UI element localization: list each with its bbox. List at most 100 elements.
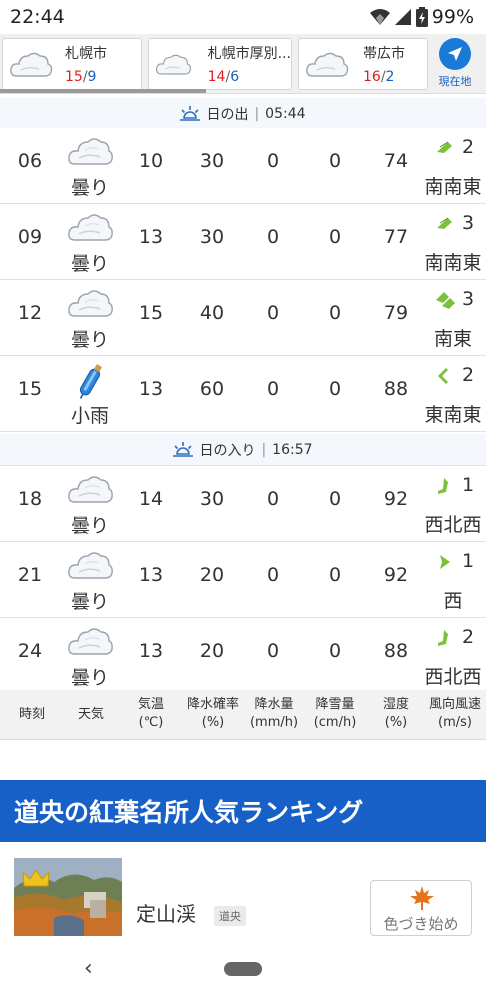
wind-direction: 南東 [433,328,472,350]
precip-amount: 0 [266,302,280,324]
weather-label: 曇り [70,667,109,689]
sunset-label: 日の入り [199,442,256,459]
city-temp: 15/9 [65,69,107,85]
ranking-banner[interactable]: 道央の紅葉名所人気ランキング [0,780,486,842]
weather-label: 曇り [70,177,109,199]
snow-amount: 0 [328,640,342,662]
weather-label: 曇り [70,591,109,613]
wind-arrow-icon [434,552,456,578]
legend-precip-prob: 降水確率 (%) [182,696,244,732]
legend-precip-amount-unit: (mm/h) [249,715,299,730]
umbrella-icon [66,362,114,399]
precip-probability: 60 [199,378,225,400]
temp-high: 15 [65,69,83,85]
cloud-icon [306,52,349,77]
precip-amount: 0 [266,378,280,400]
wind-direction: 西 [443,590,463,612]
precip-probability: 40 [199,302,225,324]
city-name: 札幌市 [65,46,107,62]
legend-wind: 風向風速 (m/s) [424,696,486,732]
home-pill[interactable] [224,962,262,976]
temperature: 14 [138,488,164,510]
legend-temp-label: 気温 [137,697,164,712]
temperature: 10 [138,150,164,172]
humidity: 74 [383,150,409,172]
legend-humidity: 湿度 (%) [374,696,418,732]
forecast-row: 18 曇り 14 30 0 0 92 1 西北西 [0,466,486,542]
current-location-label: 現在地 [438,75,472,88]
temperature: 13 [138,378,164,400]
forecast-row: 06 曇り 10 30 0 0 74 2 南南東 [0,128,486,204]
wind-speed: 2 [462,626,475,648]
legend-weather: 天気 [77,707,104,722]
cloud-icon [155,54,192,75]
humidity: 77 [383,226,409,248]
wind-speed: 1 [462,550,475,572]
navigation-arrow-icon [439,38,471,70]
sunset-time: 16:57 [272,441,313,458]
snow-amount: 0 [328,150,342,172]
snow-amount: 0 [328,564,342,586]
cloud-icon [66,210,114,244]
snow-amount: 0 [328,378,342,400]
wind-speed: 1 [462,474,475,496]
crown-icon [22,869,50,887]
wind-arrow-icon [434,214,456,240]
city-card-obihiro[interactable]: 帯広市 16/2 [298,38,428,90]
divider: | [261,441,267,458]
spot-name: 定山渓 [136,902,196,926]
ranking-title: 道央の紅葉名所人気ランキング [14,798,364,827]
snow-amount: 0 [328,302,342,324]
sunset-icon [173,441,194,457]
foliage-status-text: 色づき始め [383,915,459,933]
wind-arrow-icon [434,628,456,654]
legend-humidity-unit: (%) [384,715,408,730]
wind-arrow-icon [434,290,456,316]
precip-amount: 0 [266,226,280,248]
sunrise-row: 日の出 | 05:44 [0,98,486,130]
temp-low: 6 [230,69,240,85]
cloud-icon [66,548,114,582]
spot-photo [14,858,122,936]
status-time: 22:44 [10,6,65,28]
forecast-time: 09 [17,226,43,248]
wind-arrow-icon [434,366,456,392]
ranking-item[interactable]: 定山渓 道央 色づき始め [0,854,486,936]
legend-precip-prob-unit: (%) [201,715,225,730]
precip-probability: 30 [199,488,225,510]
wind-speed: 2 [462,136,475,158]
legend-precip-prob-label: 降水確率 [186,697,239,712]
legend-temp-unit: (℃) [138,715,164,730]
strip-scrollbar[interactable] [0,89,206,93]
signal-icon [394,9,411,25]
column-legend: 時刻 天気 気温 (℃) 降水確率 (%) 降水量 (mm/h) 降雪量 (cm/h) … [0,690,486,740]
legend-snow-amount-unit: (cm/h) [313,715,357,730]
city-temp: 16/2 [363,69,405,85]
legend-wind-label: 風向風速 [428,697,481,712]
weather-label: 小雨 [70,405,109,427]
temp-low: 9 [87,69,97,85]
status-icons: 99% [369,6,474,28]
battery-icon [415,7,428,27]
cloud-icon [10,52,53,77]
city-strip[interactable]: 札幌市 15/9 札幌市厚別... 14/6 帯広市 16/2 現在地 [0,34,486,94]
snow-amount: 0 [328,226,342,248]
wind-speed: 3 [462,288,475,310]
precip-amount: 0 [266,150,280,172]
precip-probability: 30 [199,226,225,248]
legend-wind-unit: (m/s) [438,715,472,730]
forecast-time: 18 [17,488,43,510]
precip-amount: 0 [266,488,280,510]
weather-label: 曇り [70,515,109,537]
wind-direction: 南南東 [424,176,482,198]
humidity: 88 [383,640,409,662]
city-card-sapporo[interactable]: 札幌市 15/9 [2,38,142,90]
status-bar: 22:44 99% [0,0,486,34]
current-location-button[interactable]: 現在地 [430,38,480,90]
legend-precip-amount: 降水量 (mm/h) [246,696,302,732]
wind-direction: 東南東 [424,404,482,426]
city-card-atsubetsu[interactable]: 札幌市厚別... 14/6 [148,38,292,90]
temperature: 13 [138,564,164,586]
back-icon[interactable]: ‹ [84,956,93,981]
cloud-icon [66,134,114,168]
